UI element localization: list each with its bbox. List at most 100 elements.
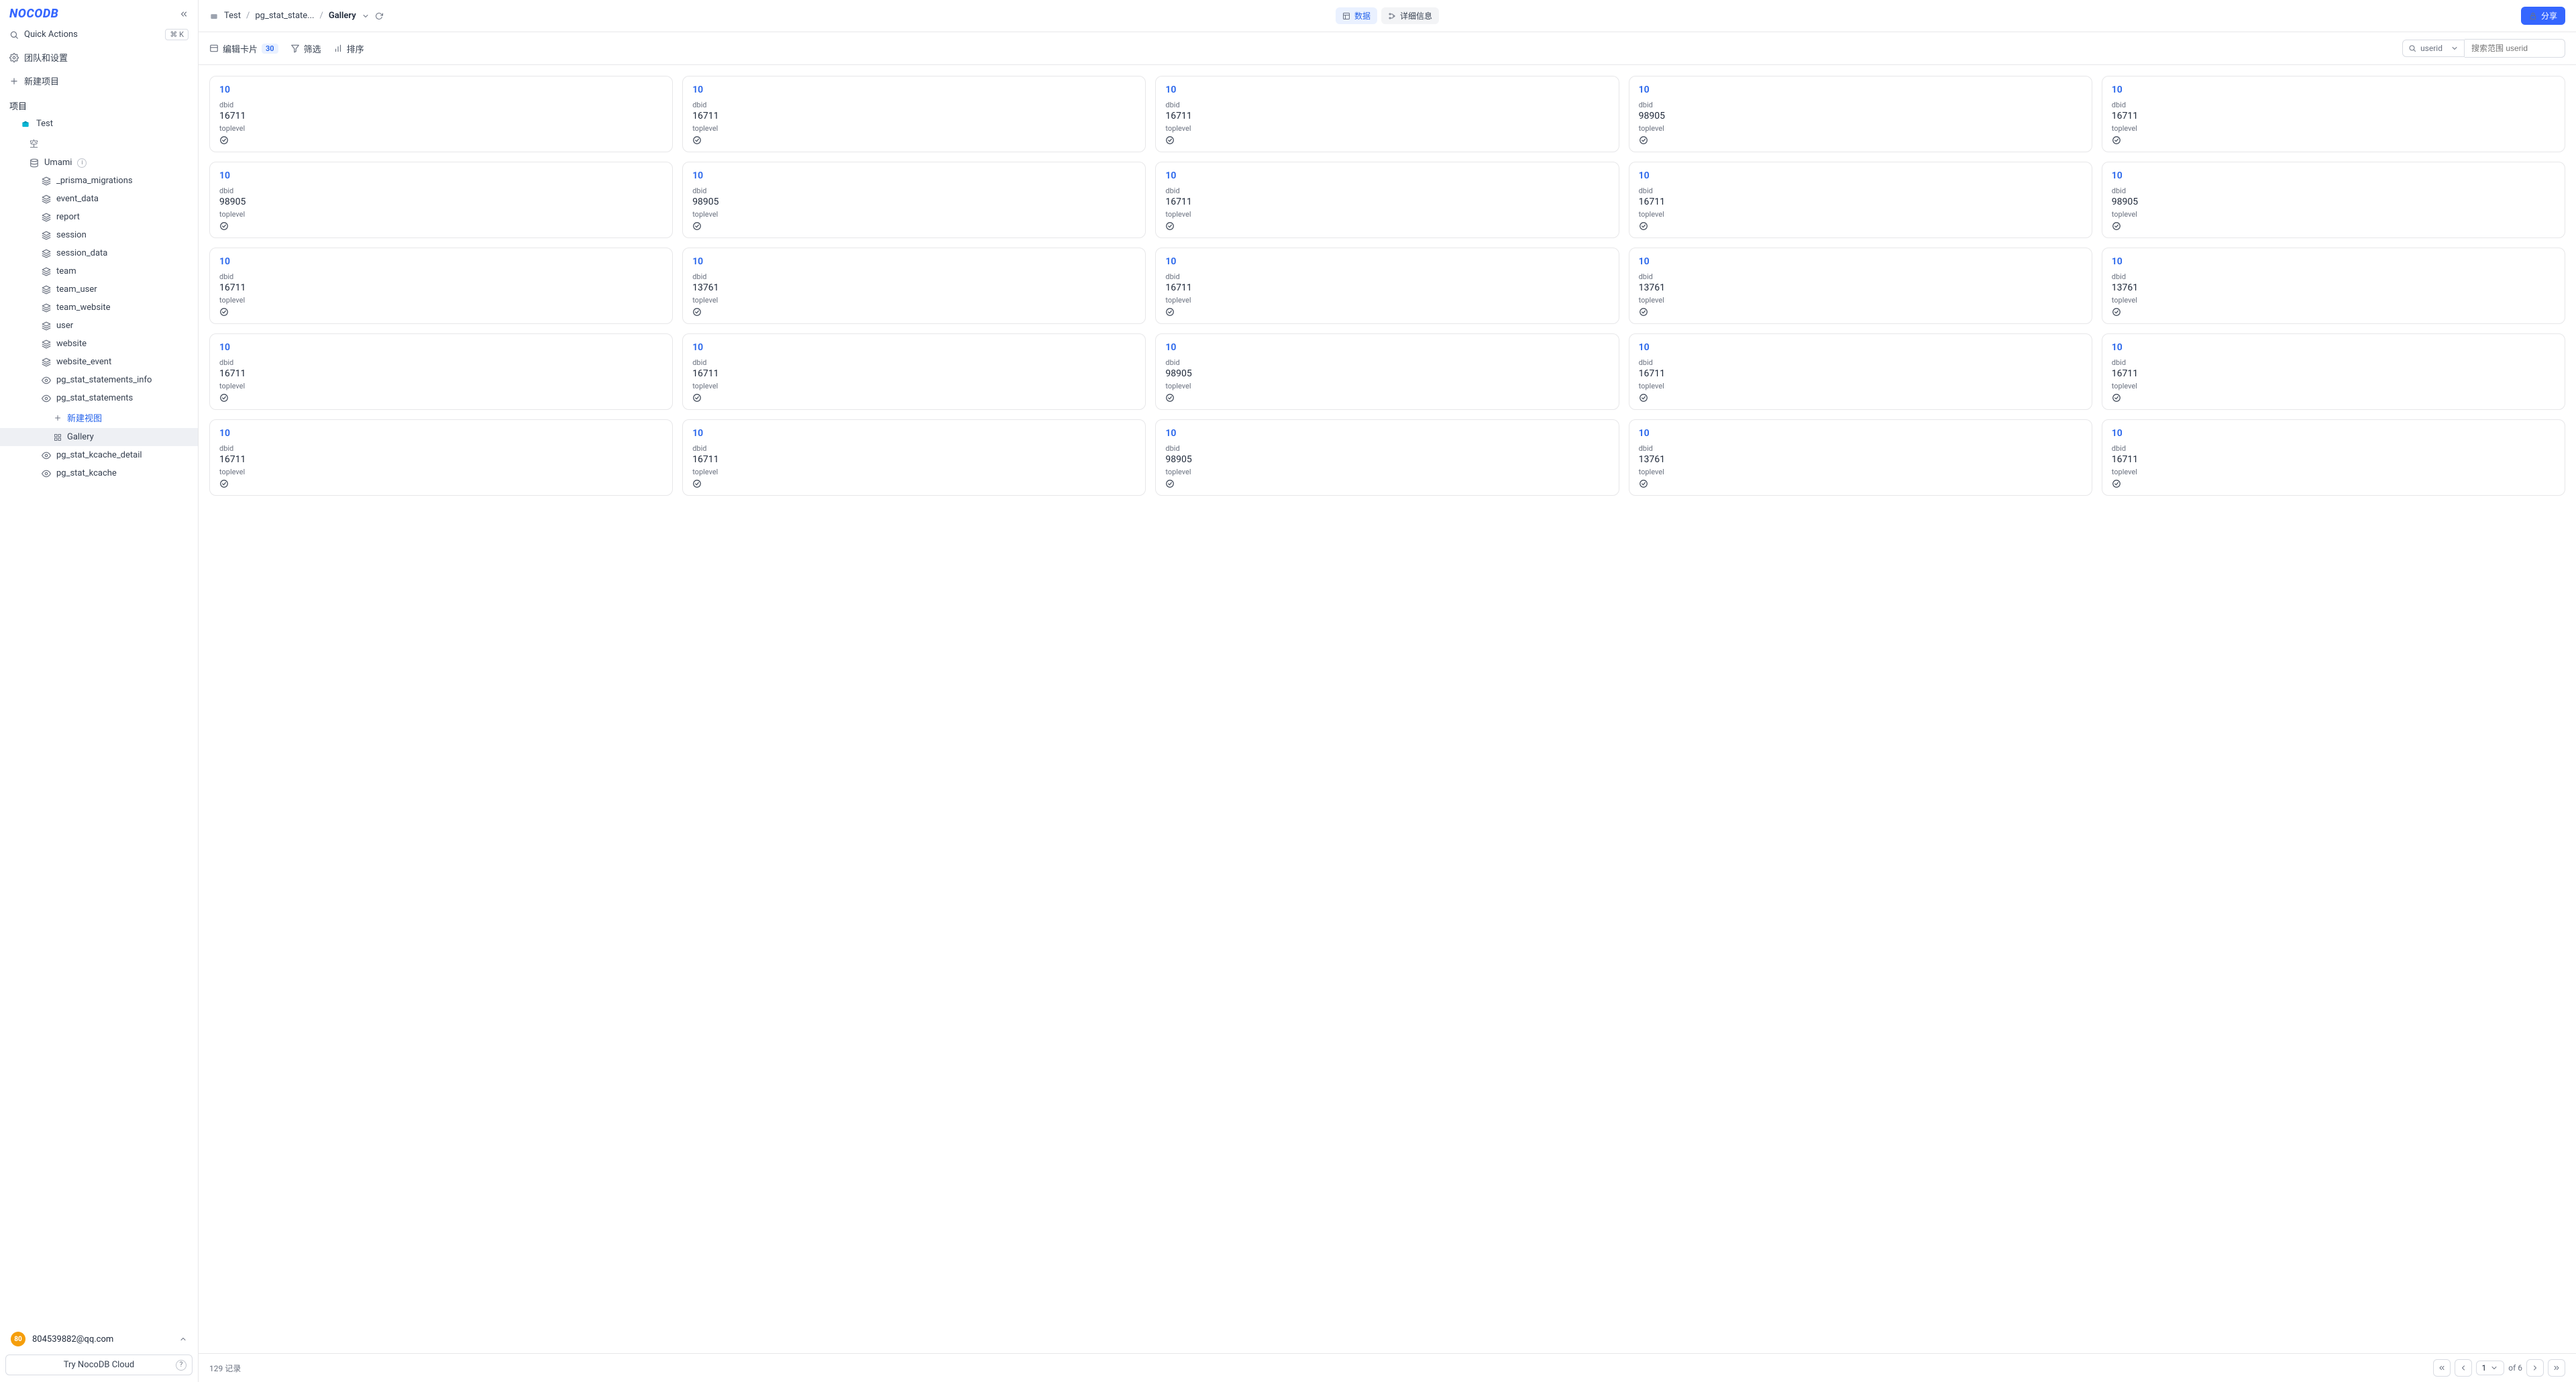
field-label-dbid: dbid xyxy=(2112,187,2555,195)
gallery-card[interactable]: 10dbid16711toplevel xyxy=(209,248,673,324)
search-input[interactable] xyxy=(2465,39,2565,58)
share-button[interactable]: 分享 xyxy=(2521,7,2565,25)
tab-data[interactable]: 数据 xyxy=(1336,7,1377,24)
field-label-dbid: dbid xyxy=(219,101,663,109)
field-label-toplevel: toplevel xyxy=(2112,382,2555,390)
info-icon[interactable]: i xyxy=(77,158,87,168)
field-label-dbid: dbid xyxy=(1165,358,1609,367)
breadcrumb-project[interactable]: Test xyxy=(224,11,241,21)
chevron-down-icon xyxy=(2451,44,2459,52)
field-label-toplevel: toplevel xyxy=(1165,296,1609,305)
gallery-card[interactable]: 10dbid98905toplevel xyxy=(1155,333,1619,410)
field-label-toplevel: toplevel xyxy=(2112,468,2555,476)
table-item[interactable]: pg_stat_statements xyxy=(0,389,198,407)
project-item-test[interactable]: Test xyxy=(0,115,198,133)
table-item[interactable]: pg_stat_statements_info xyxy=(0,371,198,389)
gallery-card[interactable]: 10dbid16711toplevel xyxy=(2102,419,2565,496)
tab-data-label: 数据 xyxy=(1354,10,1371,21)
breadcrumb-table[interactable]: pg_stat_state... xyxy=(255,11,314,21)
empty-folder[interactable]: 空 xyxy=(0,133,198,154)
table-item[interactable]: report xyxy=(0,208,198,226)
gallery-card[interactable]: 10dbid98905toplevel xyxy=(1629,76,2092,152)
gallery-card[interactable]: 10dbid13761toplevel xyxy=(1629,419,2092,496)
search-icon xyxy=(2408,44,2416,52)
gallery-card[interactable]: 10dbid16711toplevel xyxy=(1155,248,1619,324)
gallery-card[interactable]: 10dbid98905toplevel xyxy=(209,162,673,238)
gallery-card[interactable]: 10dbid13761toplevel xyxy=(1629,248,2092,324)
gallery-card[interactable]: 10dbid16711toplevel xyxy=(682,333,1146,410)
collapse-sidebar-button[interactable] xyxy=(179,9,189,19)
gallery-card[interactable]: 10dbid98905toplevel xyxy=(2102,162,2565,238)
card-title: 10 xyxy=(1639,85,2082,95)
table-item[interactable]: user xyxy=(0,317,198,335)
breadcrumb-sep: / xyxy=(319,11,323,21)
gallery-card[interactable]: 10dbid16711toplevel xyxy=(1155,76,1619,152)
table-item[interactable]: pg_stat_kcache xyxy=(0,464,198,482)
try-cloud-button[interactable]: Try NocoDB Cloud ? xyxy=(5,1354,193,1375)
layers-icon xyxy=(42,321,51,331)
user-menu[interactable]: 80 804539882@qq.com xyxy=(5,1328,193,1350)
gallery-card[interactable]: 10dbid16711toplevel xyxy=(682,76,1146,152)
gallery[interactable]: 10dbid16711toplevel10dbid16711toplevel10… xyxy=(199,65,2576,1353)
gallery-card[interactable]: 10dbid16711toplevel xyxy=(209,333,673,410)
new-view-button[interactable]: 新建视图 xyxy=(0,407,198,428)
gallery-card[interactable]: 10dbid98905toplevel xyxy=(1155,419,1619,496)
breadcrumb-view[interactable]: Gallery xyxy=(329,11,356,21)
team-settings-button[interactable]: 团队和设置 xyxy=(0,46,198,69)
field-label-toplevel: toplevel xyxy=(219,382,663,390)
view-item-gallery[interactable]: Gallery xyxy=(0,428,198,446)
gallery-card[interactable]: 10dbid16711toplevel xyxy=(209,76,673,152)
gallery-card[interactable]: 10dbid16711toplevel xyxy=(209,419,673,496)
field-label-dbid: dbid xyxy=(1165,187,1609,195)
field-value-dbid: 98905 xyxy=(1639,111,2082,121)
gallery-card[interactable]: 10dbid16711toplevel xyxy=(682,419,1146,496)
table-item[interactable]: website_event xyxy=(0,353,198,371)
card-title: 10 xyxy=(1639,256,2082,267)
tab-detail[interactable]: 详细信息 xyxy=(1381,7,1439,24)
page-first-button[interactable] xyxy=(2433,1359,2451,1377)
field-value-dbid: 16711 xyxy=(2112,368,2555,379)
table-item[interactable]: event_data xyxy=(0,190,198,208)
layers-icon xyxy=(42,176,51,186)
gallery-card[interactable]: 10dbid13761toplevel xyxy=(682,248,1146,324)
quick-actions-button[interactable]: Quick Actions ⌘ K xyxy=(0,23,198,46)
table-item[interactable]: team_website xyxy=(0,299,198,317)
sort-button[interactable]: 排序 xyxy=(333,42,364,55)
table-item[interactable]: _prisma_migrations xyxy=(0,172,198,190)
table-item[interactable]: pg_stat_kcache_detail xyxy=(0,446,198,464)
page-select[interactable]: 1 xyxy=(2476,1361,2505,1375)
field-value-dbid: 16711 xyxy=(2112,454,2555,465)
search-field-select[interactable]: userid xyxy=(2402,40,2465,57)
chevron-up-icon xyxy=(179,1335,187,1343)
filter-button[interactable]: 筛选 xyxy=(290,42,321,55)
page-prev-button[interactable] xyxy=(2455,1359,2472,1377)
page-next-button[interactable] xyxy=(2526,1359,2544,1377)
gallery-card[interactable]: 10dbid16711toplevel xyxy=(1155,162,1619,238)
tab-detail-label: 详细信息 xyxy=(1400,10,1432,21)
chevron-down-icon xyxy=(2490,1364,2498,1372)
page-last-button[interactable] xyxy=(2548,1359,2565,1377)
table-item[interactable]: team xyxy=(0,262,198,280)
table-icon xyxy=(1342,12,1350,20)
table-item[interactable]: team_user xyxy=(0,280,198,299)
gallery-card[interactable]: 10dbid98905toplevel xyxy=(682,162,1146,238)
reload-button[interactable] xyxy=(375,12,383,20)
funnel-icon xyxy=(290,44,300,53)
gallery-card[interactable]: 10dbid16711toplevel xyxy=(2102,76,2565,152)
database-item-umami[interactable]: Umami i xyxy=(0,154,198,172)
gallery-card[interactable]: 10dbid13761toplevel xyxy=(2102,248,2565,324)
help-icon[interactable]: ? xyxy=(176,1360,186,1371)
field-label-toplevel: toplevel xyxy=(219,210,663,219)
new-project-button[interactable]: 新建项目 xyxy=(0,69,198,93)
gallery-card[interactable]: 10dbid16711toplevel xyxy=(2102,333,2565,410)
table-item[interactable]: session_data xyxy=(0,244,198,262)
field-value-dbid: 16711 xyxy=(692,454,1136,465)
table-item[interactable]: website xyxy=(0,335,198,353)
avatar: 80 xyxy=(11,1332,25,1346)
gallery-card[interactable]: 10dbid16711toplevel xyxy=(1629,333,2092,410)
table-item[interactable]: session xyxy=(0,226,198,244)
breadcrumb-view-menu[interactable] xyxy=(362,12,370,20)
edit-cards-button[interactable]: 编辑卡片 30 xyxy=(209,42,278,55)
view-icon xyxy=(42,469,51,478)
gallery-card[interactable]: 10dbid16711toplevel xyxy=(1629,162,2092,238)
